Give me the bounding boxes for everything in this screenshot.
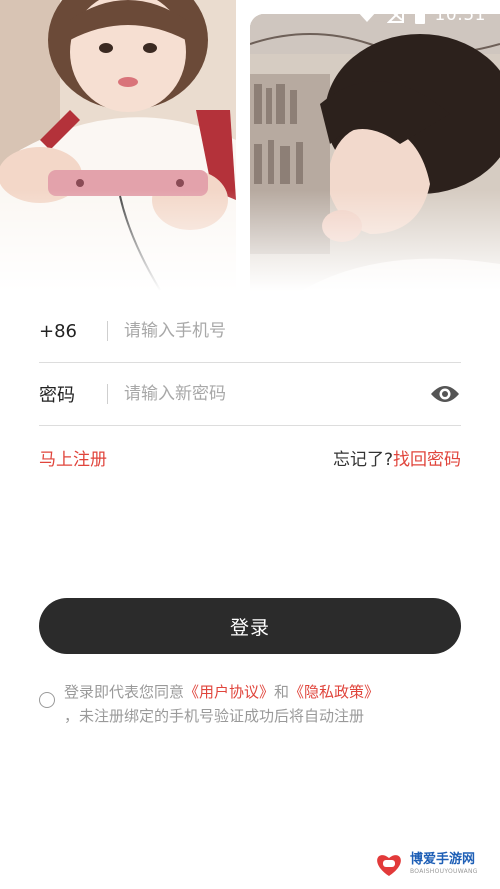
watermark-title: 博爱手游网 xyxy=(410,852,476,867)
forgot-password-prompt: 忘记了? xyxy=(332,449,393,470)
agreement-and: 和 xyxy=(274,683,290,701)
status-time: 10:51 xyxy=(434,5,486,25)
status-bar: 10:51 xyxy=(356,0,500,30)
hero-photos: 10:51 xyxy=(0,0,500,300)
password-label: 密码 xyxy=(39,385,75,406)
watermark: 博爱手游网 BOAISHOUYOUWANG xyxy=(374,845,490,883)
watermark-subtitle: BOAISHOUYOUWANG xyxy=(410,868,478,875)
phone-input[interactable] xyxy=(124,321,461,341)
password-row: 密码 xyxy=(39,363,461,426)
phone-row: +86 xyxy=(39,300,461,363)
watermark-logo-icon xyxy=(377,855,401,876)
auth-links: 马上注册 忘记了? 找回密码 xyxy=(39,440,461,474)
country-code-label[interactable]: +86 xyxy=(39,321,107,342)
agreement-prefix: 登录即代表您同意 xyxy=(64,683,185,701)
hero-fade xyxy=(0,190,500,300)
privacy-policy-link[interactable]: 《隐私政策》 xyxy=(289,683,379,701)
forgot-password-group: 忘记了? 找回密码 xyxy=(333,445,461,470)
recover-password-link[interactable]: 找回密码 xyxy=(393,445,461,470)
password-input[interactable] xyxy=(124,384,429,404)
battery-icon xyxy=(414,6,425,24)
user-agreement-link[interactable]: 《用户协议》 xyxy=(184,683,274,701)
signal-off-icon xyxy=(386,7,404,23)
agreement-suffix: ，未注册绑定的手机号验证成功后将自动注册 xyxy=(64,707,365,725)
login-button[interactable]: 登录 xyxy=(39,598,461,654)
agreement-text: 登录即代表您同意《用户协议》和《隐私政策》 ，未注册绑定的手机号验证成功后将自动注… xyxy=(64,680,464,728)
register-link[interactable]: 马上注册 xyxy=(39,445,107,470)
wifi-icon xyxy=(356,7,377,22)
field-separator xyxy=(107,321,108,341)
eye-icon[interactable] xyxy=(429,382,461,406)
field-separator xyxy=(107,384,108,404)
agreement-radio[interactable] xyxy=(39,692,55,708)
